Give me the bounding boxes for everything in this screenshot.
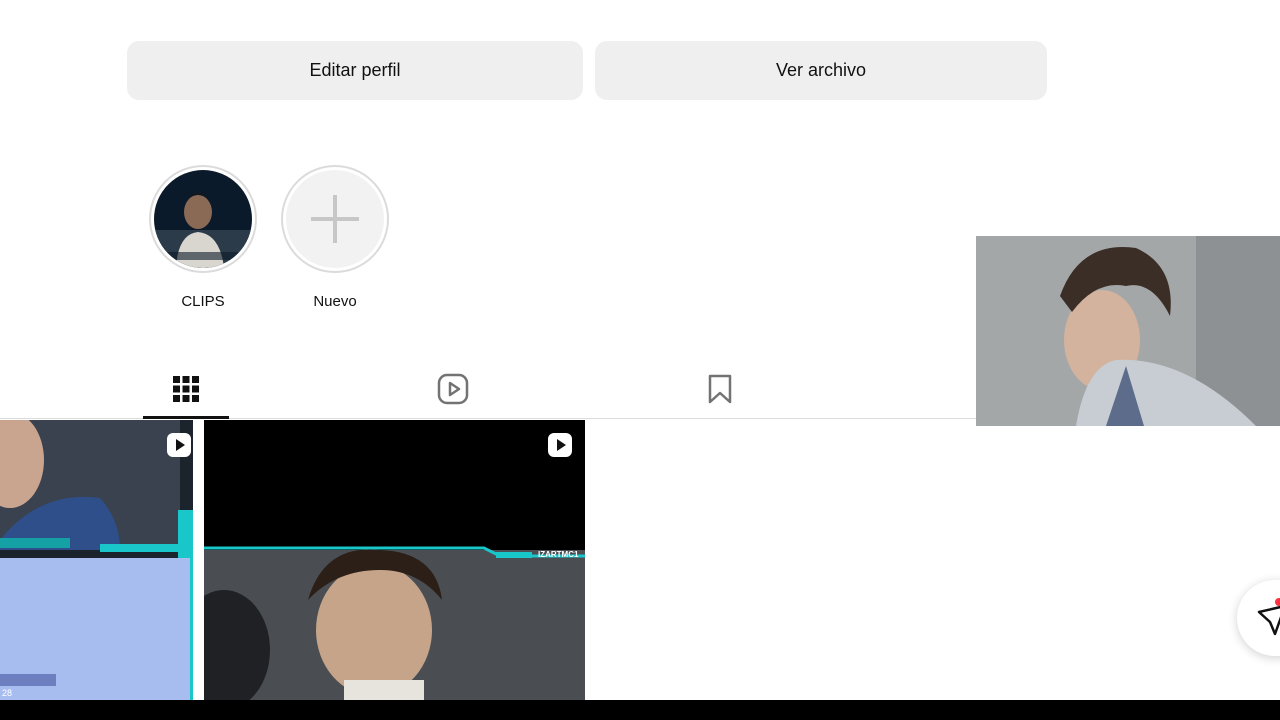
tab-reels[interactable] xyxy=(423,369,483,409)
tab-posts[interactable] xyxy=(156,369,216,409)
post-image xyxy=(0,420,193,700)
post-overlay-text: 28 xyxy=(2,688,13,698)
video-icon xyxy=(547,432,573,458)
post-overlay-text: IZARTMC1 xyxy=(538,550,579,559)
floating-action-button[interactable] xyxy=(1237,580,1280,656)
webcam-overlay xyxy=(976,236,1280,426)
highlight-thumbnail xyxy=(154,170,252,268)
view-archive-button[interactable]: Ver archivo xyxy=(595,41,1047,100)
video-icon xyxy=(166,432,192,458)
send-icon xyxy=(1257,605,1280,636)
highlight-ring xyxy=(149,165,257,273)
webcam-image xyxy=(976,236,1280,426)
plus-icon xyxy=(286,170,384,268)
bookmark-icon xyxy=(708,374,732,404)
post-thumbnail[interactable]: 28 xyxy=(0,420,193,700)
tab-saved[interactable] xyxy=(690,369,750,409)
active-tab-indicator xyxy=(143,416,229,419)
edit-profile-label: Editar perfil xyxy=(309,60,401,80)
top-cut-text: · · · xyxy=(440,0,600,5)
highlight-label: CLIPS xyxy=(181,293,225,310)
grid-icon xyxy=(173,376,199,402)
story-thumbnail-image xyxy=(154,170,252,268)
post-image xyxy=(204,420,585,700)
reels-icon xyxy=(437,373,469,405)
post-thumbnail[interactable]: IZARTMC1 xyxy=(204,420,585,700)
view-archive-label: Ver archivo xyxy=(775,60,867,80)
edit-profile-button[interactable]: Editar perfil xyxy=(127,41,583,100)
highlight-ring xyxy=(281,165,389,273)
highlight-clips[interactable]: CLIPS xyxy=(146,165,260,310)
notification-dot-icon xyxy=(1275,598,1280,606)
highlight-label: Nuevo xyxy=(313,293,357,310)
bottom-bar xyxy=(0,700,1280,720)
highlight-new[interactable]: Nuevo xyxy=(278,165,392,310)
